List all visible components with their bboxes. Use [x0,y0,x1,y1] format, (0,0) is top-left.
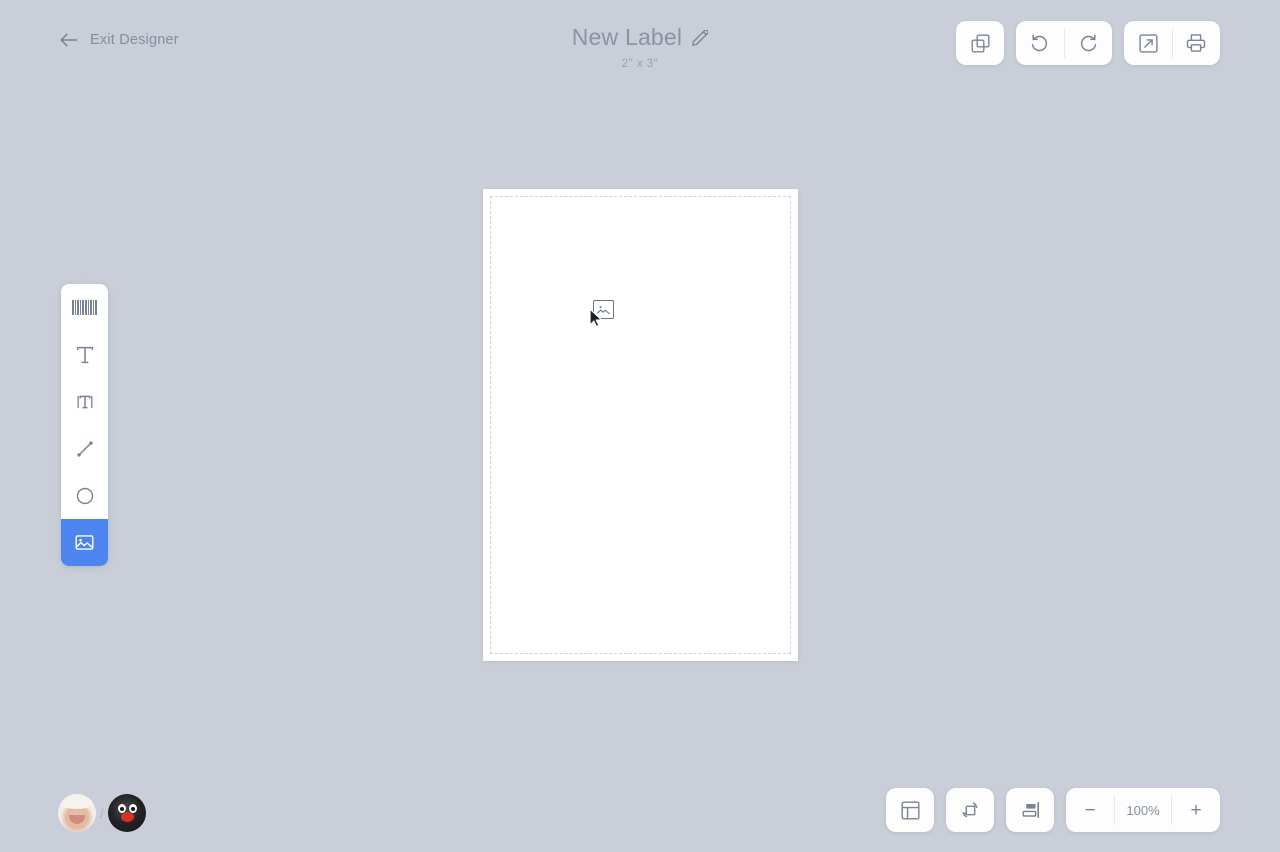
tool-image[interactable] [61,519,108,566]
arrow-left-icon [58,30,78,50]
minus-icon: − [1084,799,1096,821]
align-right-icon [1021,801,1040,820]
canvas-sheet[interactable] [483,189,798,661]
label-canvas[interactable] [483,189,798,661]
rotate-icon [960,800,980,820]
line-icon [76,440,94,458]
top-bar: Exit Designer New Label 2" x 3" [0,0,1280,86]
export-icon [1138,33,1158,53]
duplicate-icon [971,34,990,53]
canvas-margin-guide [490,196,791,654]
exit-designer-button[interactable]: Exit Designer [58,30,179,50]
layout-tool-group [886,788,934,832]
avatar-user-2[interactable] [107,794,146,832]
rotate-button[interactable] [946,788,994,832]
text-field-icon [76,393,94,411]
zoom-control-group: − 100% + [1066,788,1220,832]
redo-button[interactable] [1064,21,1112,65]
barcode-icon [72,300,97,315]
image-icon [75,533,94,552]
duplicate-button[interactable] [956,21,1004,65]
top-toolbar [956,21,1220,65]
export-button[interactable] [1124,21,1172,65]
undo-icon [1030,33,1050,53]
history-tool-group [1016,21,1112,65]
circle-icon [76,487,94,505]
tool-text-field[interactable] [61,378,108,425]
avatar-user-1[interactable] [58,794,96,832]
zoom-out-button[interactable]: − [1066,788,1114,832]
print-icon [1186,33,1206,53]
undo-button[interactable] [1016,21,1064,65]
redo-icon [1078,33,1098,53]
print-button[interactable] [1172,21,1220,65]
tool-text[interactable] [61,331,108,378]
plus-icon: + [1190,799,1202,821]
avatar-separator: / [100,805,104,821]
tool-rail [61,284,108,566]
tool-shape[interactable] [61,472,108,519]
zoom-level-value[interactable]: 100% [1114,788,1172,832]
layout-panel-button[interactable] [886,788,934,832]
grid-layout-icon [901,801,920,820]
pencil-icon[interactable] [692,29,709,46]
tool-line[interactable] [61,425,108,472]
duplicate-tool-group [956,21,1004,65]
align-button[interactable] [1006,788,1054,832]
text-icon [76,346,94,364]
presence-avatars: / [58,794,146,832]
page-title: New Label [571,24,683,50]
output-tool-group [1124,21,1220,65]
exit-designer-label: Exit Designer [90,32,179,48]
bottom-toolbar: − 100% + [886,788,1220,832]
zoom-in-button[interactable]: + [1172,788,1220,832]
align-tool-group [1006,788,1054,832]
rotate-tool-group [946,788,994,832]
tool-barcode[interactable] [61,284,108,331]
